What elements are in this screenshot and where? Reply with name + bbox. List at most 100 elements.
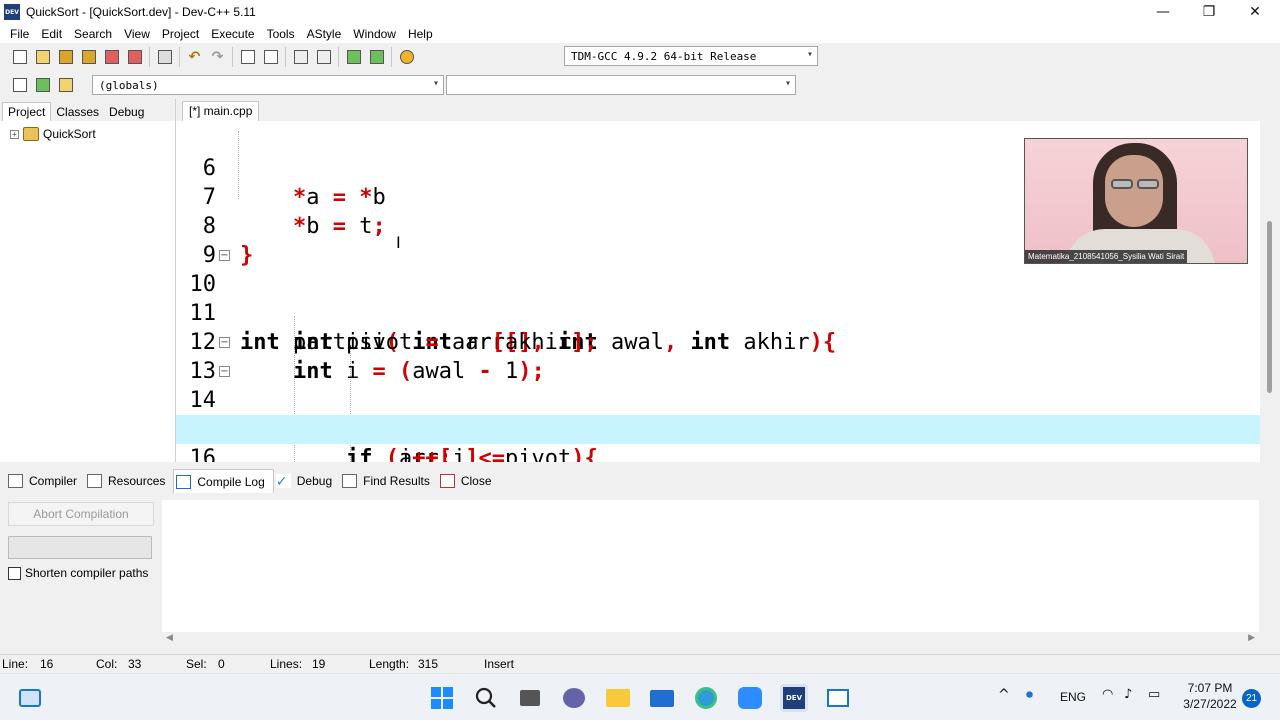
code-line[interactable]: 11 int pivot = arr[akhir];	[176, 270, 1260, 355]
devcpp-taskbar-button[interactable]: DEV	[780, 684, 808, 712]
title-bar: DEV QuickSort - [QuickSort.dev] - Dev-C+…	[0, 0, 1280, 24]
find-button[interactable]	[237, 47, 258, 68]
code-line[interactable]: 15 i++;	[176, 386, 1260, 462]
code-line[interactable]: 14 − if (arr[j]<=pivot){	[176, 357, 1260, 462]
devcpp-icon: DEV	[783, 687, 805, 709]
expand-icon[interactable]: +	[10, 129, 19, 139]
menu-edit[interactable]: Edit	[35, 27, 68, 41]
log-horizontal-scrollbar[interactable]: ◀ ▶	[162, 632, 1259, 646]
scope-select[interactable]: (globals) ▾	[92, 75, 444, 95]
zoom-button[interactable]	[736, 684, 764, 712]
fold-toggle-icon[interactable]: −	[219, 366, 230, 377]
webcam-overlay: Matematika_2108541056_Sysilia Wati Sirai…	[1024, 138, 1248, 264]
member-select[interactable]: ▾	[446, 75, 796, 95]
indent-button[interactable]	[290, 47, 311, 68]
code-line[interactable]: 12 int i = (awal - 1);	[176, 299, 1260, 384]
scroll-right-icon[interactable]: ▶	[1248, 632, 1255, 643]
widgets-button[interactable]	[16, 684, 44, 712]
tree-item-quicksort[interactable]: + QuickSort	[10, 127, 175, 141]
unindent-button[interactable]	[313, 47, 334, 68]
wifi-icon[interactable]: ◠	[1102, 687, 1113, 702]
maximize-button[interactable]: ❐	[1186, 0, 1232, 24]
status-sel-value: 0	[218, 657, 225, 671]
compile-log-area[interactable]	[162, 500, 1259, 632]
notification-badge[interactable]: 21	[1242, 689, 1261, 708]
menu-search[interactable]: Search	[68, 27, 118, 41]
editor-vertical-scrollbar[interactable]	[1260, 121, 1280, 462]
status-col-value: 33	[128, 657, 142, 671]
show-hidden-icons-icon[interactable]: ^	[998, 687, 1010, 703]
task-view-button[interactable]	[516, 684, 544, 712]
menu-window[interactable]: Window	[347, 27, 402, 41]
tab-compile-log[interactable]: Compile Log	[173, 469, 274, 493]
save-button[interactable]	[55, 47, 76, 68]
shorten-paths-checkbox[interactable]	[8, 566, 21, 580]
abort-compilation-button[interactable]: Abort Compilation	[8, 502, 154, 526]
code-line[interactable]: 17 }	[176, 444, 1260, 462]
printer-icon	[157, 50, 172, 64]
status-length-value: 315	[418, 657, 439, 671]
new-file-icon	[12, 50, 27, 64]
compile-button[interactable]	[396, 47, 417, 68]
battery-icon[interactable]: ▭	[1148, 687, 1160, 702]
open-file-button[interactable]	[32, 47, 53, 68]
tab-resources[interactable]: Resources	[85, 469, 173, 493]
app-window-button[interactable]	[824, 684, 852, 712]
mail-button[interactable]	[648, 684, 676, 712]
close-window-button[interactable]: ✕	[1232, 0, 1278, 24]
menu-tools[interactable]: Tools	[261, 27, 301, 41]
close-all-button[interactable]	[124, 47, 145, 68]
edge-icon	[695, 687, 717, 709]
tab-main-cpp[interactable]: [*] main.cpp	[182, 101, 260, 121]
goto-bookmark-button[interactable]	[343, 47, 364, 68]
print-button[interactable]	[154, 47, 175, 68]
toolbar-separator	[285, 47, 286, 67]
tab-classes[interactable]: Classes	[51, 103, 104, 121]
grid-icon	[8, 474, 23, 488]
undo-button[interactable]: ↶	[184, 47, 205, 68]
tab-close[interactable]: Close	[438, 469, 500, 493]
replace-button[interactable]	[260, 47, 281, 68]
save-all-button[interactable]	[78, 47, 99, 68]
menu-help[interactable]: Help	[402, 27, 439, 41]
compiler-select[interactable]: TDM-GCC 4.9.2 64-bit Release ▾	[564, 46, 818, 66]
file-explorer-button[interactable]	[604, 684, 632, 712]
fold-toggle-icon[interactable]: −	[219, 250, 230, 261]
project-options-button[interactable]	[9, 75, 30, 96]
start-button[interactable]	[428, 684, 456, 712]
window-title: QuickSort - [QuickSort.dev] - Dev-C++ 5.…	[26, 5, 256, 19]
fold-toggle-icon[interactable]: −	[219, 337, 230, 348]
new-file-button[interactable]	[9, 47, 30, 68]
scroll-left-icon[interactable]: ◀	[166, 632, 173, 643]
code-line[interactable]: 13 − for (int j=awal; j<=akhir-1; j++){	[176, 328, 1260, 442]
menu-bar: File Edit Search View Project Execute To…	[0, 24, 1280, 43]
log-vertical-scrollbar[interactable]	[1259, 500, 1280, 646]
system-clock[interactable]: 7:07 PM 3/27/2022	[1180, 680, 1240, 712]
code-line-current[interactable]: 16 swap(&arr[i], &arr[j])	[176, 415, 1260, 462]
scrollbar-thumb[interactable]	[1267, 221, 1272, 393]
search-button[interactable]	[472, 684, 500, 712]
menu-astyle[interactable]: AStyle	[301, 27, 348, 41]
menu-execute[interactable]: Execute	[205, 27, 260, 41]
menu-file[interactable]: File	[4, 27, 35, 41]
chevron-down-icon: ▾	[432, 78, 439, 89]
input-language[interactable]: ENG	[1060, 690, 1086, 704]
menu-project[interactable]: Project	[156, 27, 205, 41]
tab-debug[interactable]: Debug	[104, 103, 149, 121]
add-to-project-button[interactable]	[32, 75, 53, 96]
redo-button[interactable]: ↷	[207, 47, 228, 68]
remove-from-project-button[interactable]	[55, 75, 76, 96]
tab-project[interactable]: Project	[2, 102, 52, 121]
volume-icon[interactable]: ♪	[1124, 687, 1132, 702]
microphone-icon[interactable]: ⏺	[1026, 687, 1033, 703]
minimize-button[interactable]: —	[1140, 0, 1186, 24]
menu-view[interactable]: View	[118, 27, 156, 41]
shorten-paths-option[interactable]: Shorten compiler paths	[8, 566, 148, 580]
edge-button[interactable]	[692, 684, 720, 712]
tab-find-results[interactable]: Find Results	[340, 469, 438, 493]
tab-debug-bottom[interactable]: ✓ Debug	[274, 469, 340, 493]
toggle-bookmark-button[interactable]	[366, 47, 387, 68]
teams-chat-button[interactable]	[560, 684, 588, 712]
tab-compiler[interactable]: Compiler	[6, 469, 85, 493]
close-file-button[interactable]	[101, 47, 122, 68]
